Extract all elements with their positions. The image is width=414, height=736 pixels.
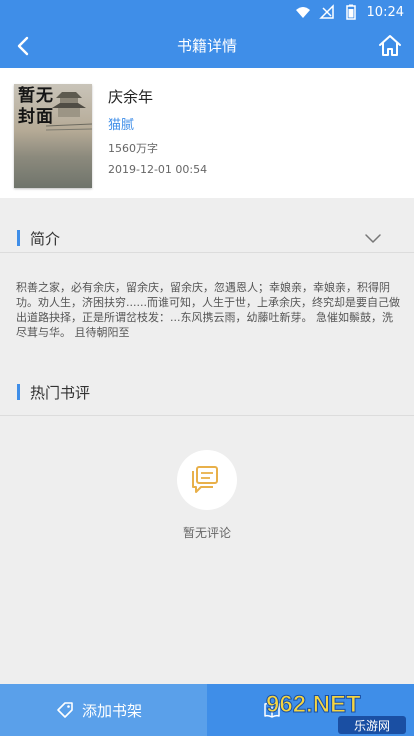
tag-icon — [57, 702, 73, 718]
empty-reviews-text: 暂无评论 — [182, 526, 231, 540]
book-title: 庆余年 — [108, 88, 154, 106]
site-watermark-logo: 962.NET 乐游网 — [266, 691, 406, 734]
status-indicators: 10:24 — [295, 4, 404, 20]
intro-text: 积善之家，必有余庆，留余庆，留余庆，忽遇恩人；幸娘亲，幸娘亲，积得阴功。劝人生，… — [16, 281, 400, 339]
battery-icon — [345, 4, 356, 20]
divider — [0, 252, 414, 253]
book-author-link[interactable]: 猫腻 — [108, 114, 134, 133]
cover-placeholder-text: 暂无封面 — [18, 86, 54, 127]
book-info-card: 暂无封面 庆余年 猫腻 1560万字 2019-12-01 00:54 — [0, 68, 414, 198]
wifi-icon — [295, 7, 310, 18]
empty-reviews-badge — [177, 450, 237, 510]
section-accent-bar — [17, 230, 20, 246]
chevron-down-icon[interactable] — [364, 229, 382, 247]
intro-section-header: 简介 — [0, 216, 414, 260]
section-accent-bar — [17, 384, 20, 400]
signal-icon — [318, 4, 334, 19]
reviews-label: 热门书评 — [30, 384, 91, 402]
watermark-sub: 乐游网 — [354, 719, 390, 733]
top-bar: 书籍详情 — [0, 24, 414, 68]
watermark-brand: 962.NET — [266, 691, 361, 718]
divider — [0, 415, 414, 416]
reviews-section-header: 热门书评 — [0, 370, 414, 414]
status-bar: 10:24 — [0, 0, 414, 24]
add-to-shelf-label: 添加书架 — [82, 702, 143, 720]
book-updated-time: 2019-12-01 00:54 — [108, 163, 208, 176]
add-to-shelf-button[interactable]: 添加书架 — [0, 684, 207, 736]
book-cover: 暂无封面 — [14, 84, 92, 188]
comment-icon — [192, 466, 218, 493]
page-title: 书籍详情 — [176, 37, 237, 55]
book-word-count: 1560万字 — [108, 142, 158, 155]
status-time: 10:24 — [366, 4, 404, 20]
intro-label: 简介 — [30, 230, 61, 248]
home-icon[interactable] — [376, 32, 404, 60]
back-arrow-icon[interactable] — [10, 32, 38, 60]
